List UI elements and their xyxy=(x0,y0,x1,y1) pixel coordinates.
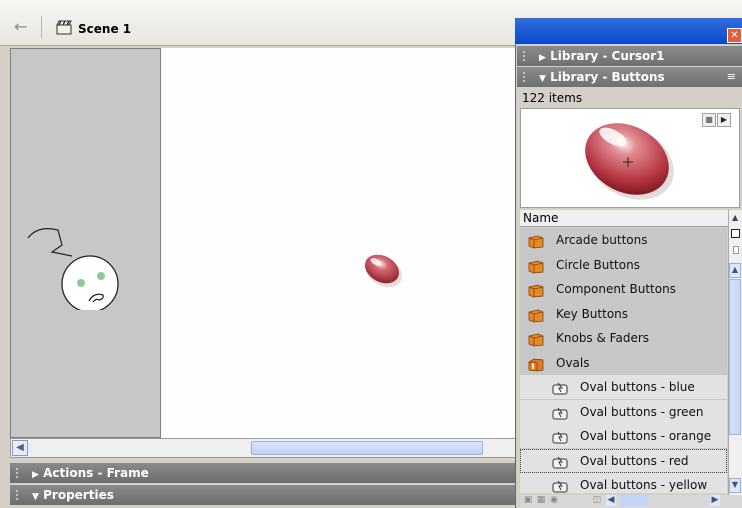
library-item[interactable]: Arcade buttons xyxy=(520,228,727,252)
library-buttons-label: Library - Buttons xyxy=(550,70,665,84)
item-count: 122 items xyxy=(522,91,583,105)
library-item[interactable]: Ovals xyxy=(520,351,727,375)
library-item-label: Ovals xyxy=(556,355,590,370)
library-item-label: Circle Buttons xyxy=(556,257,640,272)
face-character-drawing[interactable] xyxy=(20,210,130,310)
scene-label[interactable]: Scene 1 xyxy=(78,22,131,36)
folder-icon xyxy=(528,282,544,298)
library-item-label: Oval buttons - red xyxy=(580,453,689,468)
scroll-down-arrow-icon[interactable]: ▼ xyxy=(729,478,741,493)
library-item[interactable]: Component Buttons xyxy=(520,277,727,301)
scroll-right-arrow-icon[interactable]: ▶ xyxy=(710,495,720,506)
open-folder-icon xyxy=(528,356,544,371)
properties-label: Properties xyxy=(43,488,114,502)
options-menu-icon[interactable]: ≡ xyxy=(727,67,736,87)
library-item-label: Arcade buttons xyxy=(556,233,648,247)
delete-icon[interactable]: ◫ xyxy=(592,495,602,506)
horizontal-scrollbar[interactable]: ◀ xyxy=(10,438,517,458)
library-cursor1-label: Library - Cursor1 xyxy=(550,49,665,63)
grip-icon[interactable] xyxy=(522,50,526,62)
narrow-view-icon[interactable] xyxy=(733,246,739,254)
footer-scroll-thumb[interactable] xyxy=(620,495,648,506)
library-item-label: Oval buttons - blue xyxy=(580,380,695,394)
scroll-thumb[interactable] xyxy=(729,279,741,435)
library-item[interactable]: Oval buttons - green xyxy=(520,399,727,424)
actions-frame-panel[interactable]: ▶ Actions - Frame xyxy=(10,463,517,483)
stop-icon[interactable]: ■ xyxy=(702,113,716,127)
name-column-header[interactable]: Name xyxy=(520,210,728,227)
folder-icon xyxy=(528,307,544,322)
wide-view-icon[interactable] xyxy=(731,229,740,238)
library-item[interactable]: Knobs & Faders xyxy=(520,326,727,350)
play-icon[interactable]: ▶ xyxy=(717,113,731,127)
collapse-arrow-icon: ▼ xyxy=(32,492,39,502)
library-item[interactable]: Oval buttons - orange xyxy=(520,424,727,448)
library-buttons-header[interactable]: ▼ Library - Buttons ≡ xyxy=(517,67,742,87)
expand-arrow-icon: ▶ xyxy=(539,53,546,63)
library-item[interactable]: Oval buttons - red xyxy=(520,448,727,473)
library-cursor1-header[interactable]: ▶ Library - Cursor1 xyxy=(517,46,742,66)
library-footer: ▣ ▦ ◉ ◫ ◀ ▶ xyxy=(520,495,742,508)
new-symbol-icon[interactable]: ▣ xyxy=(523,495,533,506)
clapperboard-icon xyxy=(56,20,72,35)
library-window-titlebar[interactable] xyxy=(515,18,742,44)
actions-frame-label: Actions - Frame xyxy=(43,466,149,480)
red-oval-preview xyxy=(585,123,674,200)
red-oval-button[interactable] xyxy=(360,250,406,290)
scroll-up-arrow-icon[interactable]: ▲ xyxy=(729,263,741,278)
button-symbol-icon xyxy=(552,429,570,444)
grip-icon[interactable] xyxy=(15,467,19,479)
sort-toggle-icon[interactable]: ▲ xyxy=(732,213,738,222)
library-item-label: Component Buttons xyxy=(556,282,676,296)
folder-icon xyxy=(528,258,544,273)
expand-arrow-icon: ▶ xyxy=(32,470,39,480)
grip-icon[interactable] xyxy=(522,71,526,83)
button-symbol-icon xyxy=(552,380,570,395)
properties-icon[interactable]: ◉ xyxy=(549,495,559,506)
library-item-label: Knobs & Faders xyxy=(556,331,650,345)
folder-icon xyxy=(528,233,544,249)
library-item-label: Key Buttons xyxy=(556,306,629,321)
grip-icon[interactable] xyxy=(15,489,19,501)
library-item-label: Oval buttons - orange xyxy=(580,429,712,443)
collapse-arrow-icon: ▼ xyxy=(539,74,546,84)
scroll-left-arrow-icon[interactable]: ◀ xyxy=(606,495,616,506)
back-arrow-icon[interactable]: ← xyxy=(14,19,32,35)
library-item[interactable]: Key Buttons xyxy=(520,302,727,326)
divider xyxy=(41,16,42,38)
folder-icon xyxy=(528,331,544,347)
library-item-list: Arcade buttons Circle Buttons Component Bu… xyxy=(520,228,727,493)
library-item[interactable]: Oval buttons - yellow xyxy=(520,473,727,493)
stage[interactable] xyxy=(160,48,517,438)
close-icon[interactable]: ✕ xyxy=(727,28,742,43)
library-item-label: Oval buttons - yellow xyxy=(580,478,708,492)
library-item[interactable]: Circle Buttons xyxy=(520,253,727,277)
library-item[interactable]: Oval buttons - blue xyxy=(520,375,727,399)
button-symbol-icon xyxy=(552,454,570,468)
scroll-thumb[interactable] xyxy=(251,441,483,455)
button-symbol-icon xyxy=(552,478,570,493)
button-symbol-icon xyxy=(552,405,570,419)
scroll-left-arrow-icon[interactable]: ◀ xyxy=(12,440,28,456)
library-item-label: Oval buttons - green xyxy=(580,404,704,419)
new-folder-icon[interactable]: ▦ xyxy=(536,495,546,506)
properties-panel[interactable]: ▼ Properties xyxy=(10,485,517,505)
